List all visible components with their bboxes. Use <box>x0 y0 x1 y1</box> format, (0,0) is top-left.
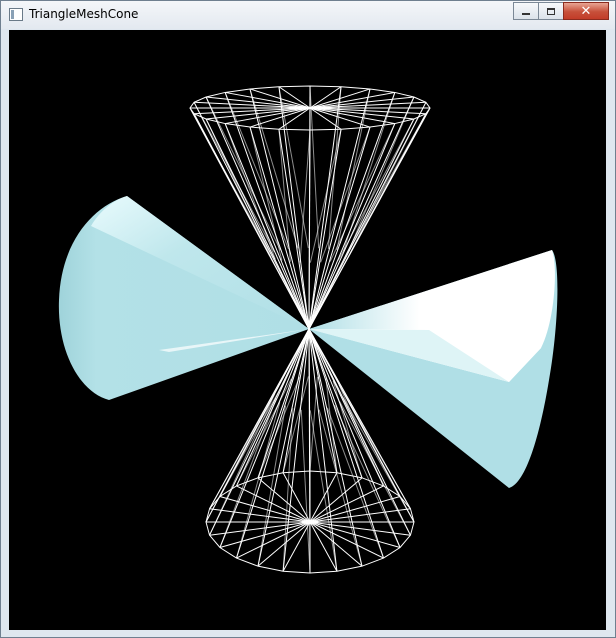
solid-cone-left <box>58 196 310 400</box>
app-window: TriangleMeshCone ✕ <box>0 0 616 638</box>
close-icon: ✕ <box>580 3 592 19</box>
cone-base-spoke <box>209 508 311 523</box>
window-title: TriangleMeshCone <box>29 7 139 21</box>
minimize-button[interactable] <box>513 2 539 20</box>
caption-buttons: ✕ <box>513 2 609 21</box>
cone-mesh-edge <box>338 384 384 487</box>
cone-side-edge <box>257 328 310 567</box>
maximize-icon <box>547 7 555 15</box>
solid-cone-right <box>309 250 558 488</box>
cone-side-edge <box>308 88 371 330</box>
application-window-icon[interactable] <box>9 8 23 21</box>
cone-base-spoke <box>209 521 311 536</box>
minimize-icon <box>522 13 530 15</box>
cone-mesh-edge <box>347 96 415 254</box>
cone-base-spoke <box>309 521 411 536</box>
cone-mesh-edge <box>189 107 271 254</box>
close-button[interactable]: ✕ <box>563 2 609 20</box>
cone-mesh-edge <box>209 393 276 536</box>
cone-side-edge <box>308 85 311 330</box>
cone-mesh-edge <box>309 376 318 472</box>
cone-base-spoke <box>309 472 338 523</box>
title-bar[interactable]: TriangleMeshCone ✕ <box>1 1 615 29</box>
scene-canvas <box>58 85 558 574</box>
cone-mesh-edge <box>332 380 363 478</box>
cone-mesh-edge <box>342 397 415 523</box>
cone-mesh-edge <box>318 409 363 567</box>
maximize-button[interactable] <box>538 2 564 20</box>
cone-mesh-edge <box>219 397 277 548</box>
cone-mesh-edge <box>299 129 311 263</box>
cone-side-edge <box>236 328 310 487</box>
cone-base-spoke <box>309 508 411 523</box>
render-viewport[interactable] <box>9 30 606 630</box>
cone-mesh-edge <box>300 409 311 574</box>
